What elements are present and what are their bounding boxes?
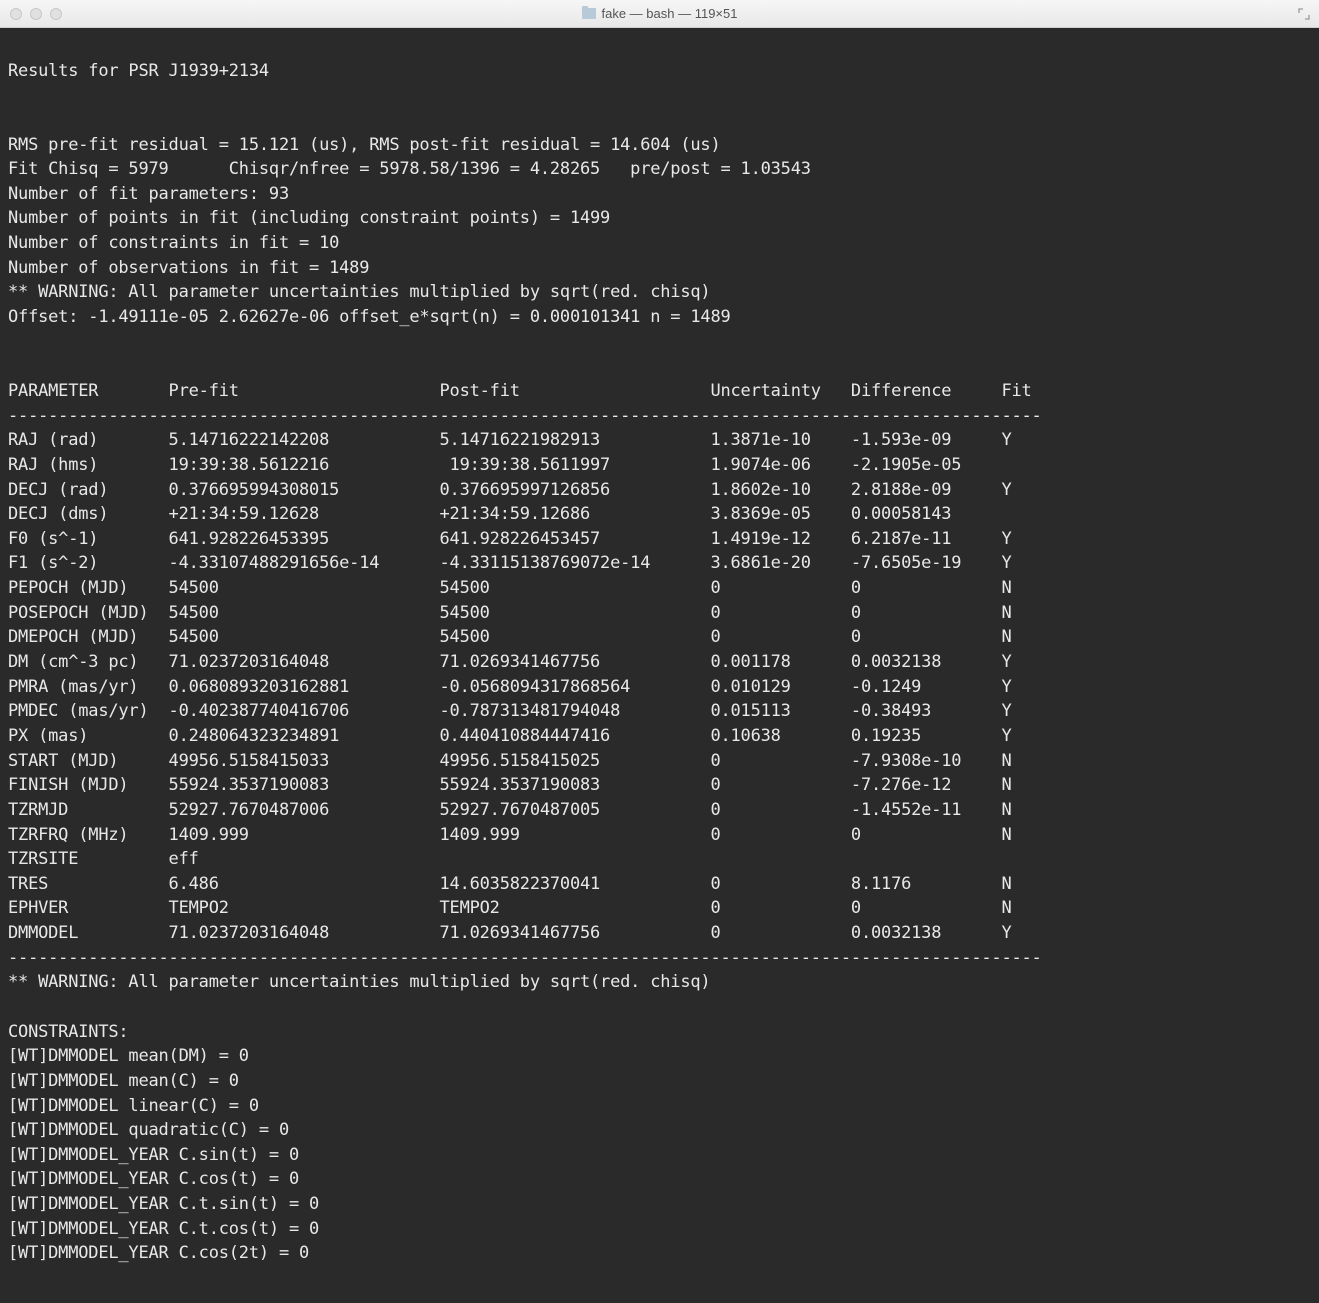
traffic-lights [10,8,62,20]
expand-icon[interactable] [1297,7,1311,21]
folder-icon [582,8,596,19]
minimize-button[interactable] [30,8,42,20]
window-title: fake — bash — 119×51 [582,6,738,21]
window-titlebar: fake — bash — 119×51 [0,0,1319,28]
terminal-output[interactable]: Results for PSR J1939+2134 RMS pre-fit r… [0,28,1319,1303]
zoom-button[interactable] [50,8,62,20]
close-button[interactable] [10,8,22,20]
window-title-text: fake — bash — 119×51 [602,6,738,21]
